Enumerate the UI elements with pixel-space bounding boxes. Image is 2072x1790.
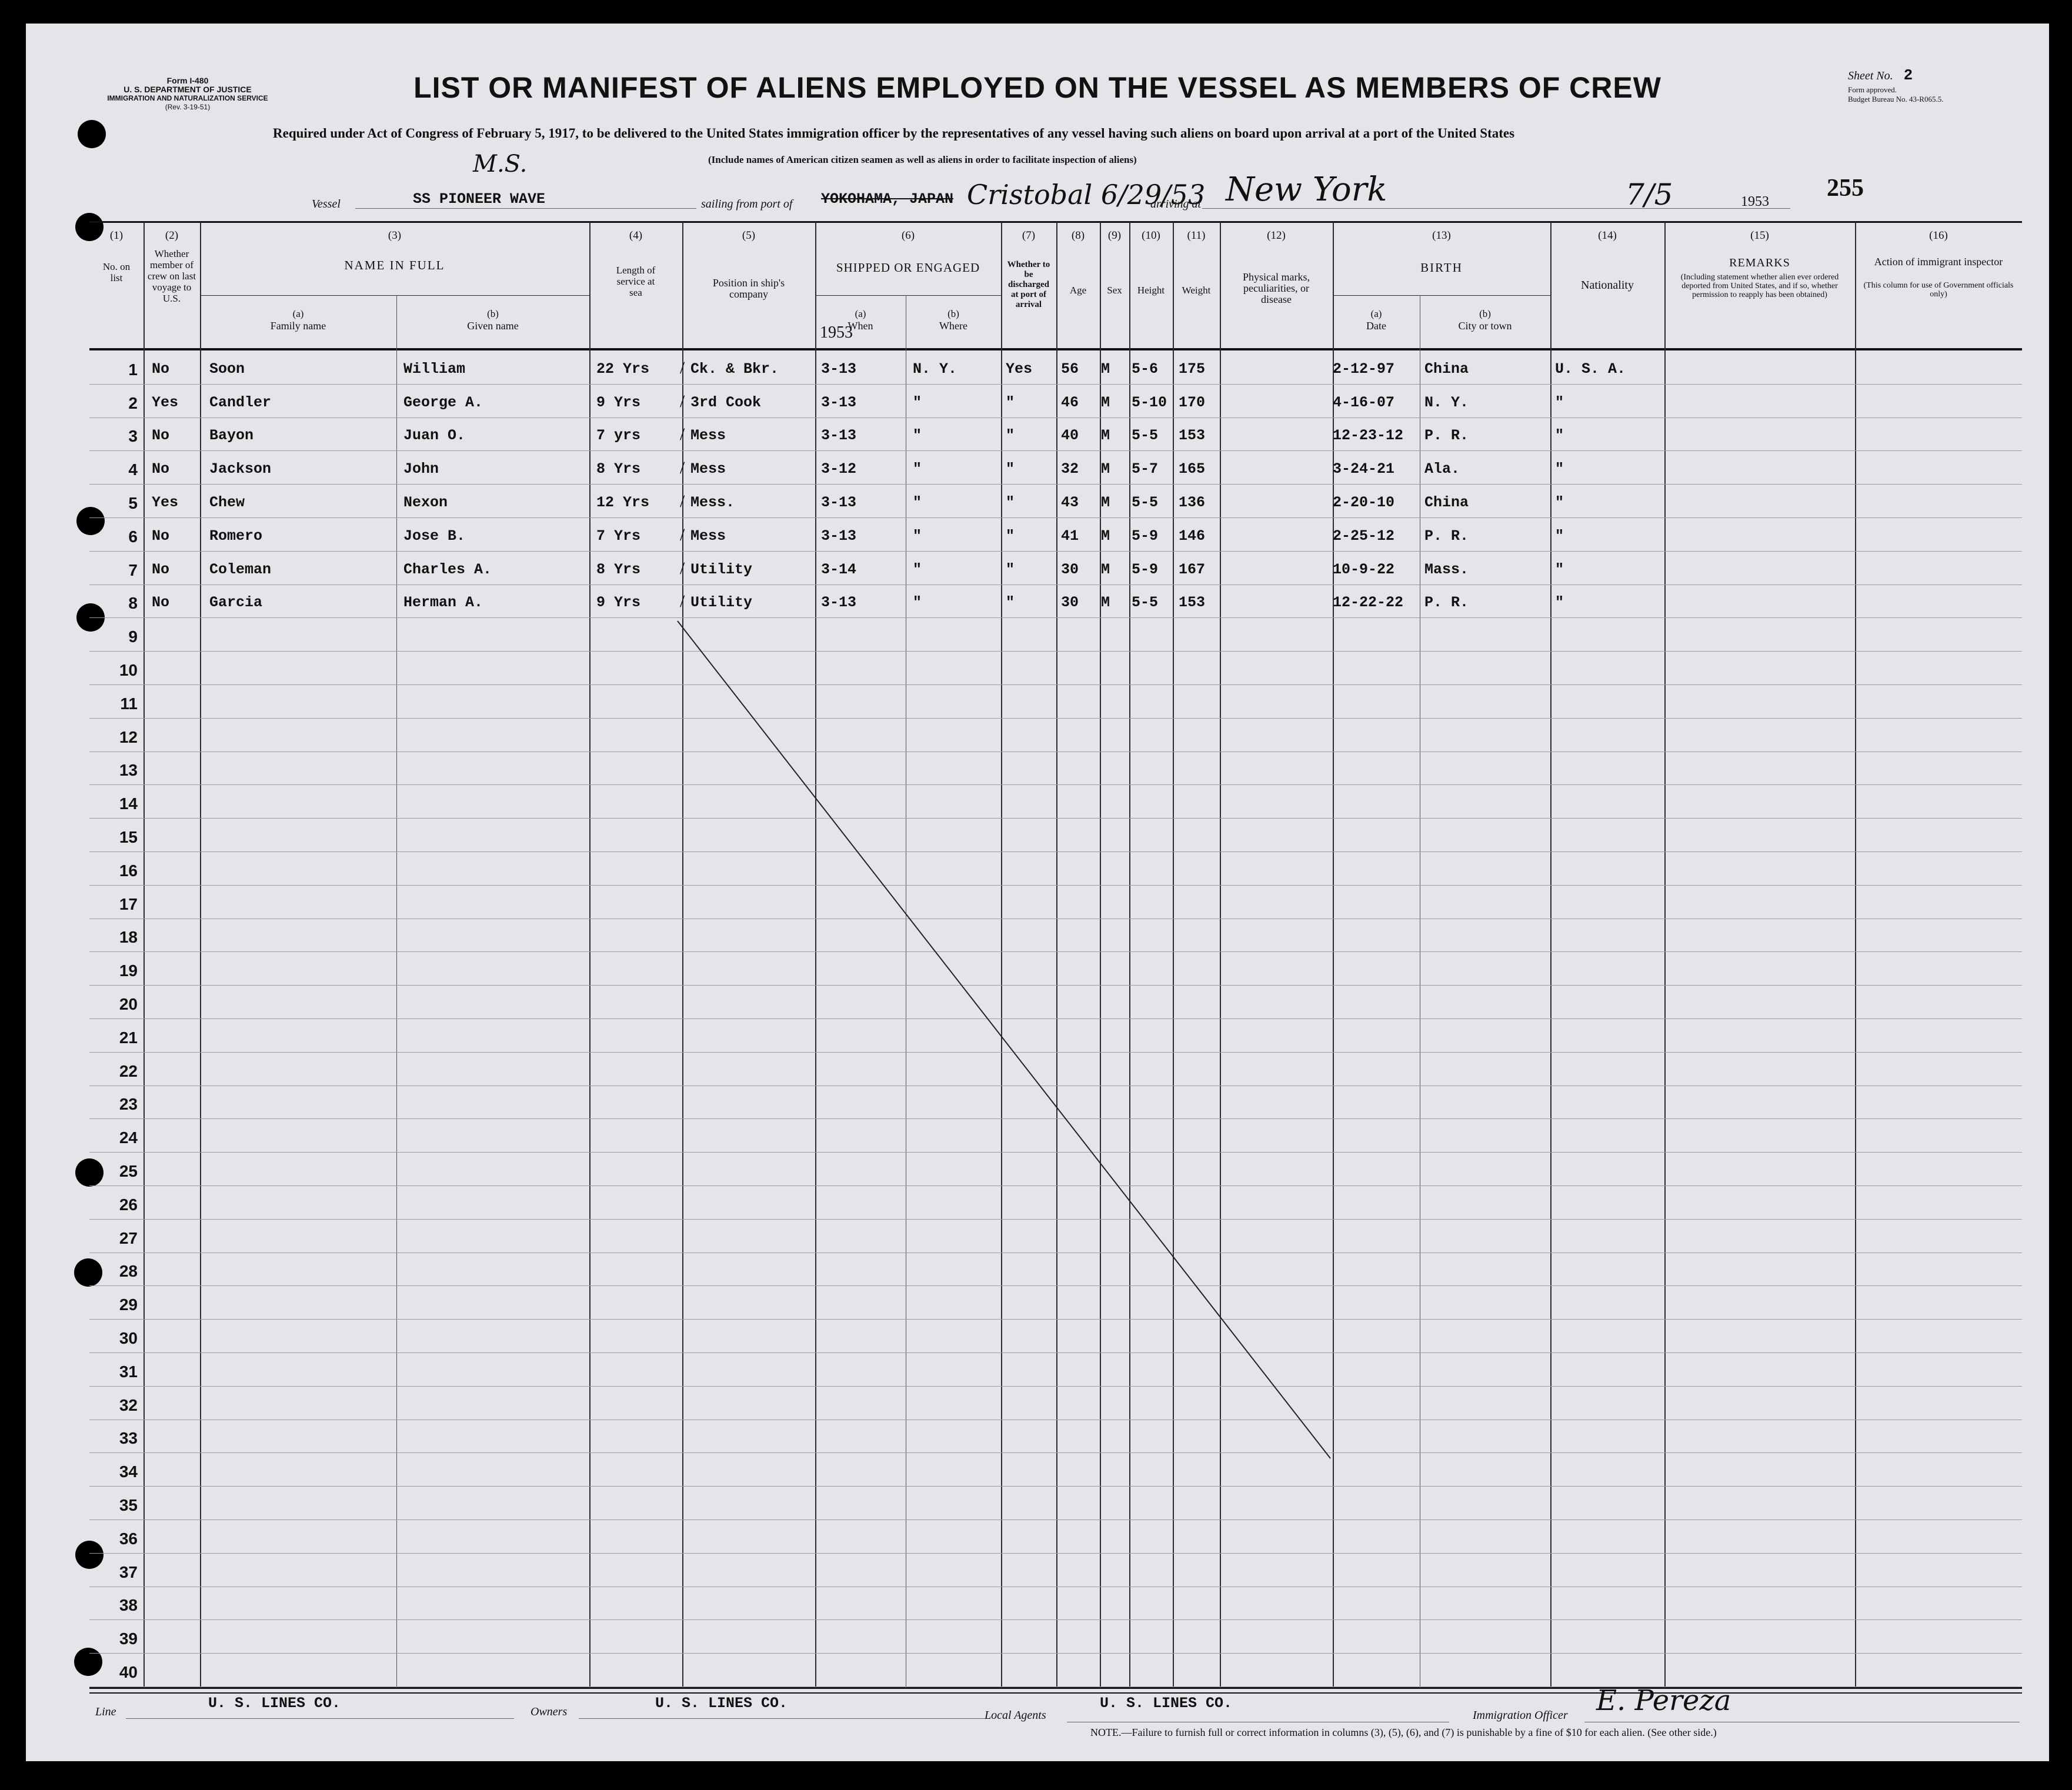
footer-agents-value: U. S. LINES CO.	[1100, 1695, 1233, 1712]
footer-line-label: Line	[95, 1705, 116, 1718]
footer-agents-label: Local Agents	[985, 1709, 1046, 1722]
officer-signature: E. Pereza	[1596, 1684, 1731, 1717]
manifest-sheet: Form I-480 U. S. DEPARTMENT OF JUSTICE I…	[26, 24, 2049, 1761]
footer-underline	[579, 1718, 990, 1719]
footer-note: NOTE.—Failure to furnish full or correct…	[1090, 1726, 1717, 1738]
footer-line-value: U. S. LINES CO.	[208, 1695, 341, 1712]
footer-underline	[126, 1718, 514, 1719]
footer-owners-value: U. S. LINES CO.	[655, 1695, 788, 1712]
footer-officer-label: Immigration Officer	[1473, 1709, 1568, 1722]
footer-owners-label: Owners	[530, 1705, 568, 1718]
strike-through-line	[677, 620, 1331, 1459]
